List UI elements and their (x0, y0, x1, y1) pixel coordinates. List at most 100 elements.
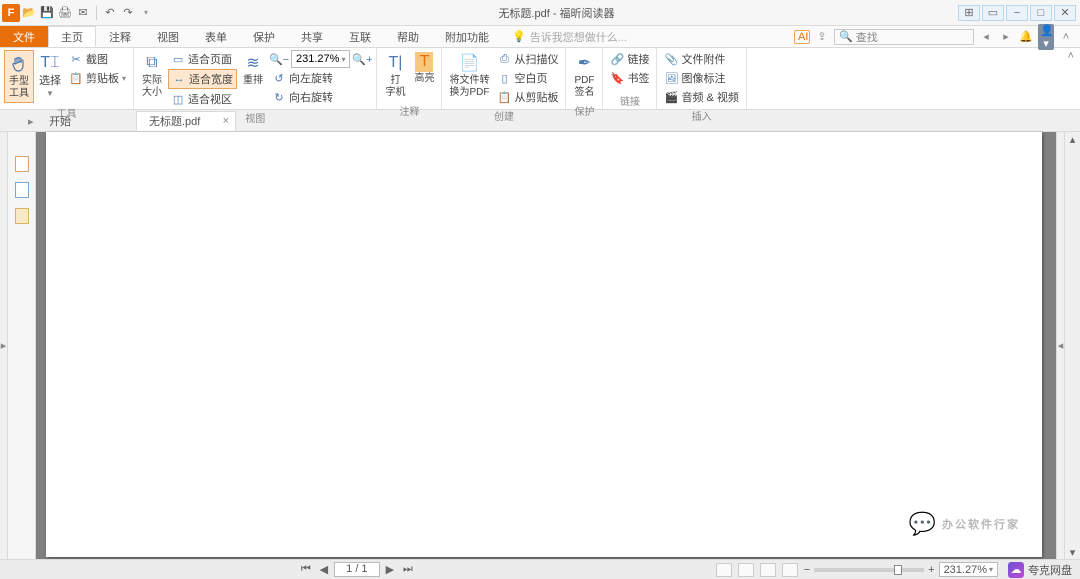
right-panel-toggle[interactable]: ◂ (1056, 132, 1064, 559)
redo-icon[interactable]: ↷ (119, 4, 137, 22)
pdf-page (46, 132, 1042, 557)
quick-access-toolbar: F 📂 💾 🖨 ✉ ↶ ↷ ▾ (0, 4, 155, 22)
reflow-button[interactable]: ≋ 重排 (239, 50, 267, 89)
share-icon[interactable]: ⇪ (814, 30, 830, 43)
av-button[interactable]: 🎬音频 & 视频 (661, 88, 741, 106)
minimize-button[interactable]: − (1006, 5, 1028, 21)
ribbon-collapse-icon[interactable]: ˄ (1068, 50, 1074, 62)
scroll-track[interactable] (1065, 146, 1080, 545)
zoom-percent[interactable]: 231.27%▾ (939, 562, 998, 577)
scroll-up-icon[interactable]: ▴ (1065, 132, 1080, 146)
bell-icon[interactable]: 🔔 (1018, 30, 1034, 43)
sign-icon: ✒ (573, 52, 595, 74)
rotate-left-button[interactable]: ↺向左旋转 (269, 69, 372, 87)
bookmarks-icon[interactable] (14, 182, 30, 198)
tab-protect[interactable]: 保护 (240, 26, 288, 47)
select-button[interactable]: T⌶ 选择▼ (36, 50, 64, 102)
document-viewport[interactable] (36, 132, 1056, 559)
group-view: ⧉ 实际 大小 ▭适合页面 ↔适合宽度 ◫适合视区 ≋ 重排 🔍− 231.27… (134, 48, 377, 109)
tab-connect[interactable]: 互联 (336, 26, 384, 47)
file-attach-button[interactable]: 📎文件附件 (661, 50, 741, 68)
image-annot-label: 图像标注 (681, 70, 725, 86)
ai-button[interactable]: AI (794, 30, 810, 44)
from-scanner-button[interactable]: ⎙从扫描仪 (494, 50, 561, 68)
email-icon[interactable]: ✉ (74, 4, 92, 22)
highlight-button[interactable]: T 高亮 (411, 50, 437, 87)
view-mode-2[interactable] (738, 563, 754, 577)
fit-visible-button[interactable]: ◫适合视区 (168, 90, 237, 108)
fit-page-button[interactable]: ▭适合页面 (168, 50, 237, 68)
doctab-left-handle[interactable]: ▸ (28, 111, 36, 131)
zoom-in-button[interactable]: 🔍+ (352, 51, 372, 67)
tell-me[interactable]: 💡 告诉我您想做什么... (502, 26, 627, 47)
close-tab-icon[interactable]: × (223, 115, 229, 127)
undo-icon[interactable]: ↶ (101, 4, 119, 22)
tab-view[interactable]: 视图 (144, 26, 192, 47)
pdf-sign-button[interactable]: ✒ PDF 签名 (570, 50, 598, 101)
snapshot-icon: ✂ (69, 52, 83, 66)
window-group-icon[interactable]: ⊞ (958, 5, 980, 21)
scroll-down-icon[interactable]: ▾ (1065, 545, 1080, 559)
maximize-button[interactable]: □ (1030, 5, 1052, 21)
image-annot-button[interactable]: 🖼图像标注 (661, 69, 741, 87)
view-mode-1[interactable] (716, 563, 732, 577)
from-clipboard-button[interactable]: 📋从剪贴板 (494, 88, 561, 106)
user-icon[interactable]: 👤▾ (1038, 24, 1054, 50)
last-page-button[interactable]: ⏭ (400, 563, 416, 576)
ribbon-toggle-icon[interactable]: ▭ (982, 5, 1004, 21)
tab-form[interactable]: 表单 (192, 26, 240, 47)
search-box[interactable]: 🔍 查找 (834, 29, 974, 45)
zoom-slider[interactable] (814, 568, 924, 572)
from-clipboard-icon: 📋 (497, 90, 511, 104)
fit-width-button[interactable]: ↔适合宽度 (168, 69, 237, 89)
zoom-combo[interactable]: 231.27%▾ (291, 50, 350, 68)
page-input[interactable]: 1 / 1 (334, 562, 380, 577)
snapshot-button[interactable]: ✂截图 (66, 50, 129, 68)
bookmark-button[interactable]: 🔖书签 (607, 69, 652, 87)
collapse-ribbon-icon[interactable]: ˄ (1058, 31, 1074, 43)
link-label: 链接 (627, 51, 649, 67)
tab-help[interactable]: 帮助 (384, 26, 432, 47)
save-icon[interactable]: 💾 (38, 4, 56, 22)
link-button[interactable]: 🔗链接 (607, 50, 652, 68)
attachments-icon[interactable] (14, 208, 30, 224)
qat-dropdown-icon[interactable]: ▾ (137, 4, 155, 22)
prev-result-icon[interactable]: ◂ (978, 30, 994, 43)
blank-label: 空白页 (514, 70, 547, 86)
cloud-service[interactable]: ☁ 夸克网盘 (1004, 562, 1076, 578)
next-page-button[interactable]: ▶ (382, 563, 398, 576)
typewriter-button[interactable]: T| 打 字机 (381, 50, 409, 101)
bookmark-label: 书签 (627, 70, 649, 86)
window-title: 无标题.pdf - 福昕阅读器 (155, 5, 958, 21)
view-mode-3[interactable] (760, 563, 776, 577)
zoom-plus-button[interactable]: + (928, 564, 934, 576)
start-tab[interactable]: 开始 (36, 111, 136, 131)
tab-extras[interactable]: 附加功能 (432, 26, 502, 47)
close-button[interactable]: ✕ (1054, 5, 1076, 21)
print-icon[interactable]: 🖨 (56, 4, 74, 22)
tab-home[interactable]: 主页 (48, 26, 96, 47)
hand-tool-button[interactable]: 手型 工具 (4, 50, 34, 103)
left-nav-rail (8, 132, 36, 559)
view-mode-4[interactable] (782, 563, 798, 577)
convert-button[interactable]: 📄 将文件转 换为PDF (446, 50, 492, 101)
zoom-slider-knob[interactable] (894, 565, 902, 575)
rotate-right-button[interactable]: ↻向右旋转 (269, 88, 372, 106)
clipboard-button[interactable]: 📋剪贴板 ▾ (66, 69, 129, 87)
document-tab[interactable]: 无标题.pdf × (136, 111, 236, 131)
thumbnails-icon[interactable] (14, 156, 30, 172)
zoom-out-button[interactable]: 🔍− (269, 51, 289, 67)
vertical-scrollbar[interactable]: ▴ ▾ (1064, 132, 1080, 559)
qat-separator (96, 6, 97, 20)
blank-page-button[interactable]: ▯空白页 (494, 69, 561, 87)
first-page-button[interactable]: ⏮ (298, 563, 314, 576)
left-panel-toggle[interactable]: ▸ (0, 132, 8, 559)
file-tab[interactable]: 文件 (0, 26, 48, 47)
prev-page-button[interactable]: ◀ (316, 563, 332, 576)
open-icon[interactable]: 📂 (20, 4, 38, 22)
actual-size-button[interactable]: ⧉ 实际 大小 (138, 50, 166, 101)
next-result-icon[interactable]: ▸ (998, 30, 1014, 43)
tab-comment[interactable]: 注释 (96, 26, 144, 47)
zoom-minus-button[interactable]: − (804, 564, 810, 576)
tab-share[interactable]: 共享 (288, 26, 336, 47)
